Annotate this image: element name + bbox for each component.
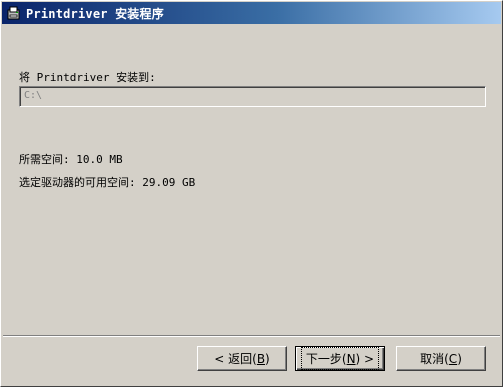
button-separator	[3, 335, 500, 337]
window-title: Printdriver 安装程序	[26, 6, 164, 21]
destination-path-field: C:\	[19, 86, 486, 107]
available-space-text: 选定驱动器的可用空间: 29.09 GB	[19, 176, 196, 189]
cancel-button[interactable]: 取消(C)	[396, 346, 486, 371]
required-space-text: 所需空间: 10.0 MB	[19, 153, 123, 166]
installer-app-icon	[6, 5, 22, 21]
next-button[interactable]: 下一步(N) >	[295, 346, 385, 371]
title-bar[interactable]: Printdriver 安装程序	[2, 2, 501, 24]
destination-label: 将 Printdriver 安装到:	[19, 71, 156, 84]
next-button-label: 下一步(N) >	[300, 347, 380, 370]
back-button[interactable]: < 返回(B)	[197, 346, 287, 371]
cancel-button-label: 取消(C)	[420, 351, 462, 367]
back-button-label: < 返回(B)	[214, 351, 270, 367]
installer-window: Printdriver 安装程序 将 Printdriver 安装到: C:\ …	[0, 0, 503, 387]
content-area: 将 Printdriver 安装到: C:\ 所需空间: 10.0 MB 选定驱…	[1, 25, 502, 333]
